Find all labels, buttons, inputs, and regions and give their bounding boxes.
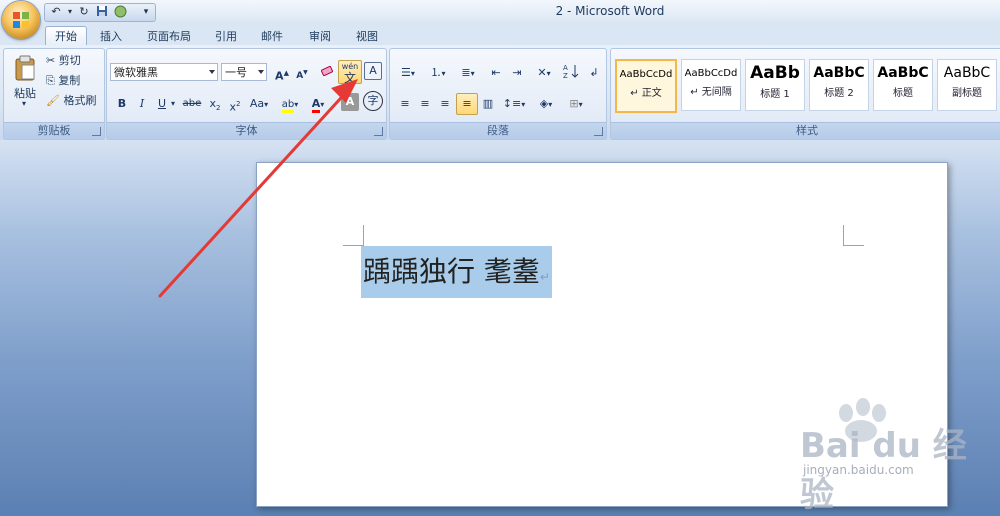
watermark-url: jingyan.baidu.com xyxy=(803,463,914,477)
office-button[interactable] xyxy=(2,1,40,39)
office-logo-icon xyxy=(13,12,29,28)
